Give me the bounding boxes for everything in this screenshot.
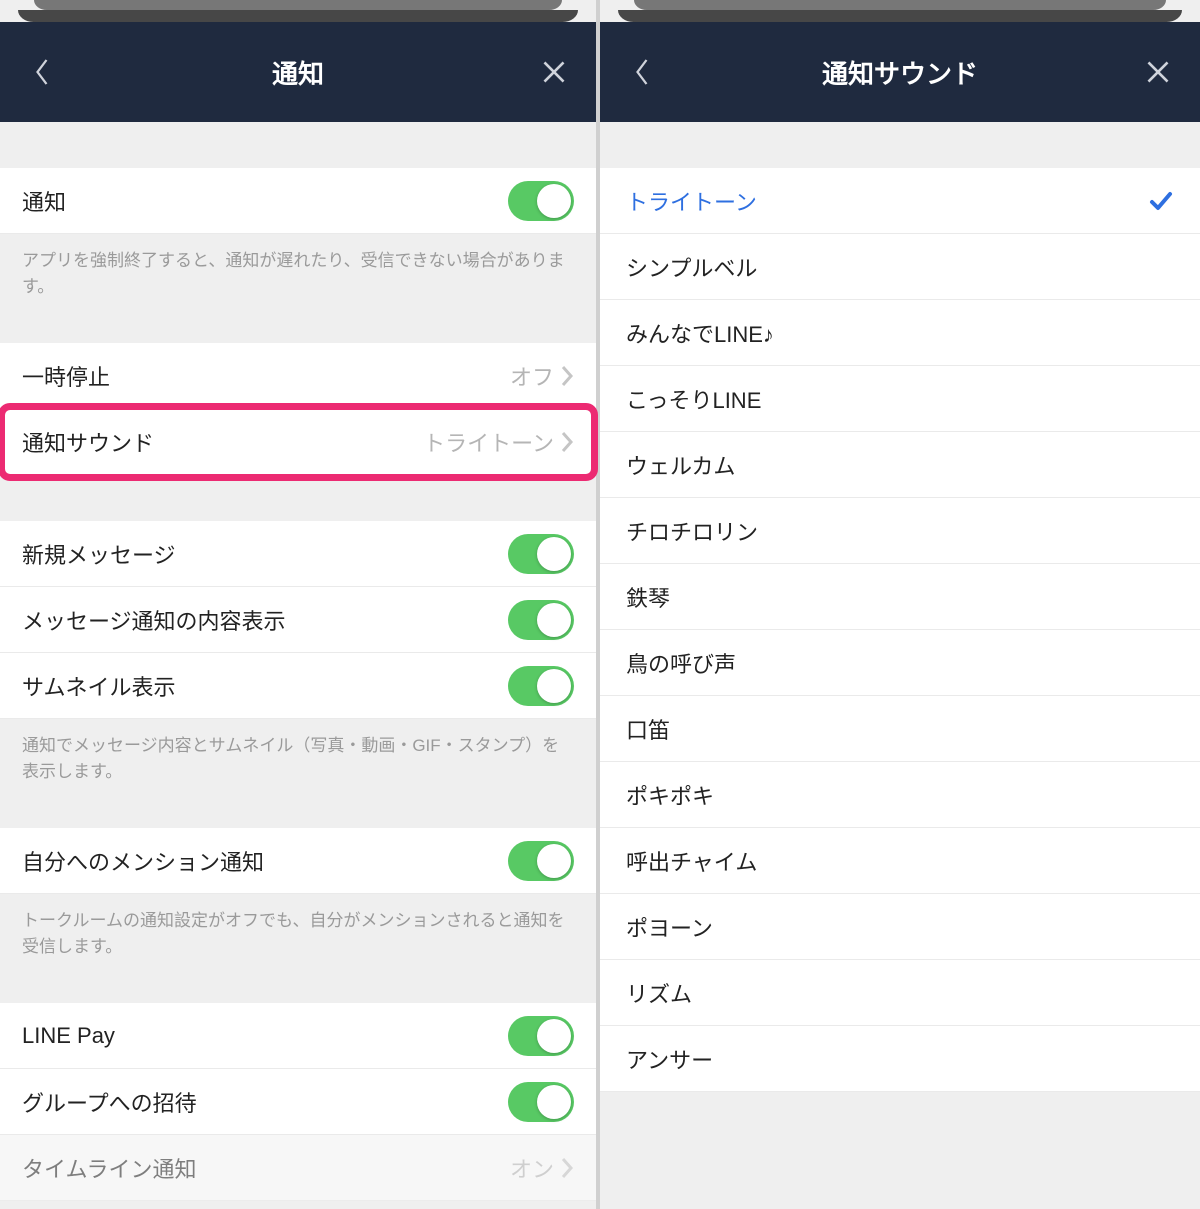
back-icon[interactable] (622, 52, 662, 92)
toggle-switch[interactable] (508, 666, 574, 706)
sound-option[interactable]: シンプルベル (600, 234, 1200, 300)
row-notifications-toggle[interactable]: 通知 (0, 168, 596, 234)
sound-option[interactable]: ポキポキ (600, 762, 1200, 828)
label: タイムライン通知 (22, 1152, 510, 1184)
back-icon[interactable] (22, 52, 62, 92)
sound-option[interactable]: トライトーン (600, 168, 1200, 234)
row-timeline[interactable]: タイムライン通知 オン (0, 1135, 596, 1201)
page-title: 通知 (0, 54, 596, 91)
sound-label: トライトーン (626, 185, 1148, 217)
value: オフ (510, 360, 554, 392)
toggle-switch[interactable] (508, 1016, 574, 1056)
sound-label: こっそりLINE (626, 383, 1174, 415)
sound-option[interactable]: 呼出チャイム (600, 828, 1200, 894)
sound-option[interactable]: 鉄琴 (600, 564, 1200, 630)
sound-label: 鳥の呼び声 (626, 647, 1174, 679)
sound-label: 呼出チャイム (626, 845, 1174, 877)
sound-label: 鉄琴 (626, 581, 1174, 613)
chevron-right-icon (560, 1157, 574, 1179)
row-mention[interactable]: 自分へのメンション通知 (0, 828, 596, 894)
row-new-message[interactable]: 新規メッセージ (0, 521, 596, 587)
label: 通知 (22, 185, 508, 217)
label: 一時停止 (22, 360, 510, 392)
row-thumbnail[interactable]: サムネイル表示 (0, 653, 596, 719)
close-icon[interactable] (534, 52, 574, 92)
sound-option[interactable]: ポヨーン (600, 894, 1200, 960)
page-title: 通知サウンド (600, 54, 1200, 91)
screen-sound-list: 通知サウンド トライトーンシンプルベルみんなでLINE♪ こっそりLINE ウェルカ… (600, 0, 1200, 1209)
sound-option[interactable]: 鳥の呼び声 (600, 630, 1200, 696)
label: 通知サウンド (22, 426, 423, 458)
sound-option[interactable]: チロチロリン (600, 498, 1200, 564)
label: サムネイル表示 (22, 670, 508, 702)
toggle-switch[interactable] (508, 841, 574, 881)
sound-label: ウェルカム (626, 449, 1174, 481)
label: 新規メッセージ (22, 538, 508, 570)
close-icon[interactable] (1138, 52, 1178, 92)
label: グループへの招待 (22, 1086, 508, 1118)
sound-option[interactable]: リズム (600, 960, 1200, 1026)
sound-option[interactable]: 口笛 (600, 696, 1200, 762)
sound-option[interactable]: アンサー (600, 1026, 1200, 1092)
label: 自分へのメンション通知 (22, 845, 508, 877)
sound-label: アンサー (626, 1043, 1174, 1075)
caption-force-quit: アプリを強制終了すると、通知が遅れたり、受信できない場合があります。 (0, 234, 596, 313)
chevron-right-icon (560, 431, 574, 453)
sound-label: シンプルベル (626, 251, 1174, 283)
toggle-switch[interactable] (508, 600, 574, 640)
toggle-switch[interactable] (508, 1082, 574, 1122)
label: メッセージ通知の内容表示 (22, 604, 508, 636)
row-message-content[interactable]: メッセージ通知の内容表示 (0, 587, 596, 653)
sound-option[interactable]: みんなでLINE♪ (600, 300, 1200, 366)
row-group-invite[interactable]: グループへの招待 (0, 1069, 596, 1135)
chevron-right-icon (560, 365, 574, 387)
checkmark-icon (1148, 188, 1174, 214)
value: トライトーン (423, 426, 554, 458)
sound-label: みんなでLINE♪ (626, 317, 1174, 349)
toggle-switch[interactable] (508, 181, 574, 221)
sound-option[interactable]: ウェルカム (600, 432, 1200, 498)
row-pause[interactable]: 一時停止 オフ (0, 343, 596, 409)
screen-notifications: 通知 通知 アプリを強制終了すると、通知が遅れたり、受信できない場合があります。… (0, 0, 600, 1209)
sound-label: リズム (626, 977, 1174, 1009)
caption-thumbnail: 通知でメッセージ内容とサムネイル（写真・動画・GIF・スタンプ）を表示します。 (0, 719, 596, 798)
value: オン (510, 1152, 554, 1184)
toggle-switch[interactable] (508, 534, 574, 574)
sound-label: チロチロリン (626, 515, 1174, 547)
sound-label: ポヨーン (626, 911, 1174, 943)
label: LINE Pay (22, 1023, 508, 1049)
sound-label: 口笛 (626, 713, 1174, 745)
row-notification-sound[interactable]: 通知サウンド トライトーン (0, 409, 596, 475)
row-line-pay[interactable]: LINE Pay (0, 1003, 596, 1069)
caption-mention: トークルームの通知設定がオフでも、自分がメンションされると通知を受信します。 (0, 894, 596, 973)
content-right: トライトーンシンプルベルみんなでLINE♪ こっそりLINE ウェルカムチロチロリン… (600, 122, 1200, 1209)
sound-option[interactable]: こっそりLINE (600, 366, 1200, 432)
header: 通知 (0, 22, 596, 122)
header: 通知サウンド (600, 22, 1200, 122)
content-left: 通知 アプリを強制終了すると、通知が遅れたり、受信できない場合があります。 一時… (0, 122, 596, 1209)
sound-label: ポキポキ (626, 779, 1174, 811)
